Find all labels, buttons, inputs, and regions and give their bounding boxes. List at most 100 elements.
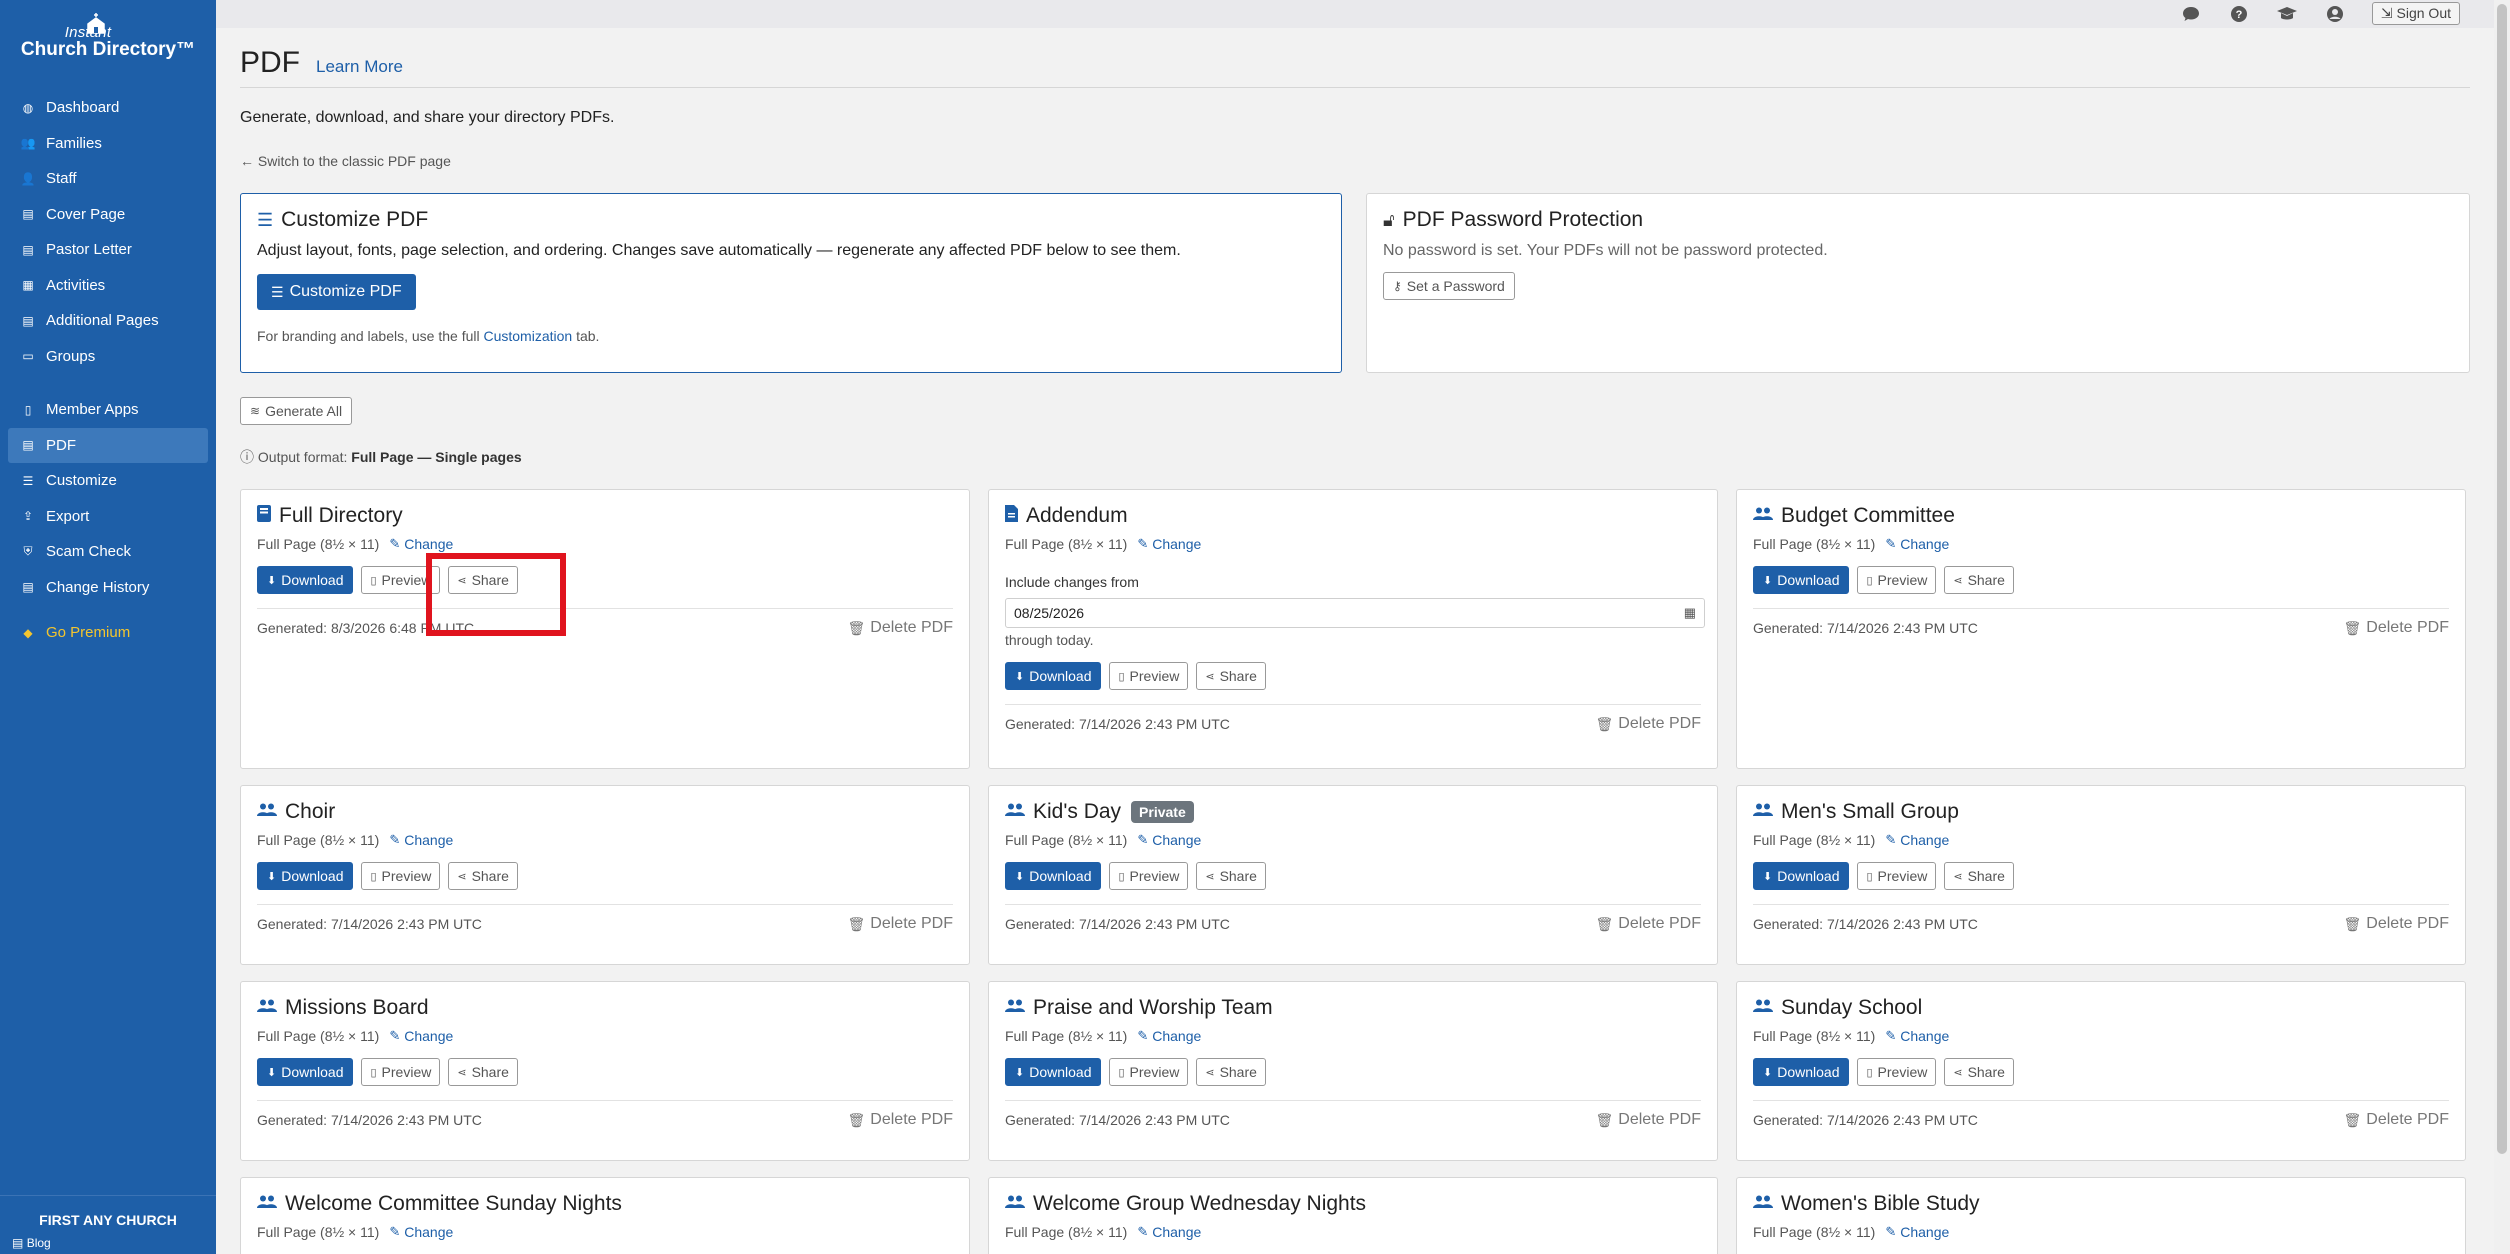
generate-all-button[interactable]: ≋ Generate All bbox=[240, 397, 353, 425]
sidebar-item-label: Pastor Letter bbox=[46, 241, 132, 259]
card-actions: ⬇ Download ▯ Preview ⋖ Share bbox=[257, 1058, 953, 1086]
change-format-link[interactable]: ✎ Change bbox=[389, 832, 453, 848]
sidebar-item-pdf[interactable]: ▤ PDF bbox=[8, 427, 208, 463]
share-icon: ⋖ bbox=[457, 870, 467, 883]
preview-button[interactable]: ▯ Preview bbox=[361, 1058, 441, 1086]
sidebar-item-additional-pages[interactable]: ▤ Additional Pages bbox=[0, 303, 216, 339]
delete-pdf-button[interactable]: 🗑︎ Delete PDF bbox=[848, 619, 953, 637]
download-button[interactable]: ⬇ Download bbox=[1005, 1058, 1102, 1086]
delete-pdf-button[interactable]: 🗑︎ Delete PDF bbox=[1596, 1111, 1701, 1129]
change-label: Change bbox=[1152, 536, 1202, 552]
customize-pdf-button-label: Customize PDF bbox=[289, 283, 402, 300]
document-icon bbox=[1005, 504, 1018, 528]
change-format-link[interactable]: ✎ Change bbox=[1137, 1224, 1201, 1240]
download-button[interactable]: ⬇ Download bbox=[257, 566, 354, 594]
sidebar-item-pastor-letter[interactable]: ▤ Pastor Letter bbox=[0, 232, 216, 268]
customize-pdf-button[interactable]: ☰ Customize PDF bbox=[257, 274, 416, 310]
scrollbar-thumb[interactable] bbox=[2497, 4, 2507, 1154]
delete-pdf-button[interactable]: 🗑︎ Delete PDF bbox=[2344, 619, 2449, 637]
sidebar-item-families[interactable]: 👥 Families bbox=[0, 126, 216, 162]
blog-link[interactable]: ▤ Blog bbox=[12, 1236, 51, 1250]
sidebar-item-scam-check[interactable]: ⛨ Scam Check bbox=[0, 534, 216, 570]
sidebar-item-activities[interactable]: ▦ Activities bbox=[0, 268, 216, 304]
preview-button[interactable]: ▯ Preview bbox=[1857, 862, 1937, 890]
sidebar-item-label: Additional Pages bbox=[46, 312, 159, 330]
sidebar-item-member-apps[interactable]: ▯ Member Apps bbox=[0, 392, 216, 428]
download-button[interactable]: ⬇ Download bbox=[1753, 862, 1850, 890]
share-button[interactable]: ⋖ Share bbox=[1196, 662, 1266, 690]
share-button[interactable]: ⋖ Share bbox=[1944, 566, 2014, 594]
sidebar-item-change-history[interactable]: ▤ Change History bbox=[0, 570, 216, 606]
change-format-link[interactable]: ✎ Change bbox=[1137, 536, 1201, 552]
change-format-link[interactable]: ✎ Change bbox=[389, 1224, 453, 1240]
preview-button[interactable]: ▯ Preview bbox=[361, 862, 441, 890]
sidebar-item-groups[interactable]: ▭ Groups bbox=[0, 339, 216, 375]
change-format-link[interactable]: ✎ Change bbox=[389, 1028, 453, 1044]
customization-tab-link[interactable]: Customization bbox=[483, 328, 572, 344]
delete-pdf-button[interactable]: 🗑︎ Delete PDF bbox=[848, 1111, 953, 1129]
edit-icon: ✎ bbox=[1137, 536, 1149, 551]
preview-button[interactable]: ▯ Preview bbox=[361, 566, 441, 594]
preview-button[interactable]: ▯ Preview bbox=[1857, 1058, 1937, 1086]
share-button[interactable]: ⋖ Share bbox=[448, 566, 518, 594]
sign-out-button[interactable]: ⇲ Sign Out bbox=[2371, 2, 2460, 25]
download-button[interactable]: ⬇ Download bbox=[1005, 662, 1102, 690]
include-changes-date-input[interactable]: 08/25/2026 ▦ bbox=[1005, 598, 1705, 628]
classic-pdf-link[interactable]: ← Switch to the classic PDF page bbox=[240, 153, 2470, 169]
user-account-icon[interactable] bbox=[2324, 3, 2346, 25]
set-password-button[interactable]: ⚷ Set a Password bbox=[1383, 272, 1515, 300]
download-button[interactable]: ⬇ Download bbox=[257, 862, 354, 890]
export-icon: ⇪ bbox=[22, 509, 34, 524]
trash-icon: 🗑︎ bbox=[2343, 915, 2362, 932]
trash-icon: 🗑︎ bbox=[1595, 715, 1614, 732]
trash-icon: 🗑︎ bbox=[1595, 1111, 1614, 1128]
download-button[interactable]: ⬇ Download bbox=[1753, 1058, 1850, 1086]
learn-more-link[interactable]: Learn More bbox=[316, 57, 403, 77]
graduation-cap-icon[interactable] bbox=[2276, 3, 2298, 25]
sidebar-item-export[interactable]: ⇪ Export bbox=[0, 499, 216, 535]
sidebar-item-dashboard[interactable]: ◍ Dashboard bbox=[0, 90, 216, 126]
sidebar-item-customize[interactable]: ☰ Customize bbox=[0, 463, 216, 499]
change-format-link[interactable]: ✎ Change bbox=[1137, 832, 1201, 848]
chat-icon[interactable] bbox=[2180, 3, 2202, 25]
share-button[interactable]: ⋖ Share bbox=[448, 862, 518, 890]
sidebar-item-staff[interactable]: 👤 Staff bbox=[0, 161, 216, 197]
change-format-link[interactable]: ✎ Change bbox=[1137, 1028, 1201, 1044]
calendar-icon[interactable]: ▦ bbox=[1684, 605, 1696, 621]
pdf-card-budget-committee: Budget Committee Full Page (8½ × 11) ✎ Chan… bbox=[1736, 489, 2466, 769]
share-button[interactable]: ⋖ Share bbox=[448, 1058, 518, 1086]
share-button[interactable]: ⋖ Share bbox=[1944, 862, 2014, 890]
delete-pdf-button[interactable]: 🗑︎ Delete PDF bbox=[2344, 1111, 2449, 1129]
change-format-link[interactable]: ✎ Change bbox=[1885, 1028, 1949, 1044]
sidebar-item-cover-page[interactable]: ▤ Cover Page bbox=[0, 197, 216, 233]
change-format-link[interactable]: ✎ Change bbox=[1885, 832, 1949, 848]
delete-pdf-button[interactable]: 🗑︎ Delete PDF bbox=[2344, 915, 2449, 933]
download-icon: ⬇ bbox=[1763, 870, 1773, 883]
help-icon[interactable]: ? bbox=[2228, 3, 2250, 25]
card-actions: ⬇ Download ▯ Preview ⋖ Share bbox=[257, 862, 953, 890]
pdf-icon: ▤ bbox=[22, 438, 34, 453]
change-format-link[interactable]: ✎ Change bbox=[389, 536, 453, 552]
share-button[interactable]: ⋖ Share bbox=[1944, 1058, 2014, 1086]
preview-button[interactable]: ▯ Preview bbox=[1109, 862, 1189, 890]
delete-pdf-button[interactable]: 🗑︎ Delete PDF bbox=[1596, 715, 1701, 733]
preview-button[interactable]: ▯ Preview bbox=[1109, 662, 1189, 690]
logo[interactable]: Instant Church Directory™ bbox=[0, 0, 216, 78]
preview-button[interactable]: ▯ Preview bbox=[1857, 566, 1937, 594]
card-footer: Generated: 7/14/2026 2:43 PM UTC 🗑︎ Delete… bbox=[1005, 704, 1701, 733]
download-button[interactable]: ⬇ Download bbox=[1005, 862, 1102, 890]
sign-out-label: Sign Out bbox=[2396, 5, 2451, 21]
sidebar-item-label: Groups bbox=[46, 347, 96, 365]
sidebar-item-label: Cover Page bbox=[46, 205, 126, 223]
download-button[interactable]: ⬇ Download bbox=[1753, 566, 1850, 594]
preview-button[interactable]: ▯ Preview bbox=[1109, 1058, 1189, 1086]
scrollbar[interactable] bbox=[2494, 0, 2510, 1254]
change-format-link[interactable]: ✎ Change bbox=[1885, 1224, 1949, 1240]
share-button[interactable]: ⋖ Share bbox=[1196, 862, 1266, 890]
delete-pdf-button[interactable]: 🗑︎ Delete PDF bbox=[1596, 915, 1701, 933]
delete-pdf-button[interactable]: 🗑︎ Delete PDF bbox=[848, 915, 953, 933]
sidebar-item-go-premium[interactable]: ◆ Go Premium bbox=[0, 615, 216, 651]
change-format-link[interactable]: ✎ Change bbox=[1885, 536, 1949, 552]
download-button[interactable]: ⬇ Download bbox=[257, 1058, 354, 1086]
share-button[interactable]: ⋖ Share bbox=[1196, 1058, 1266, 1086]
